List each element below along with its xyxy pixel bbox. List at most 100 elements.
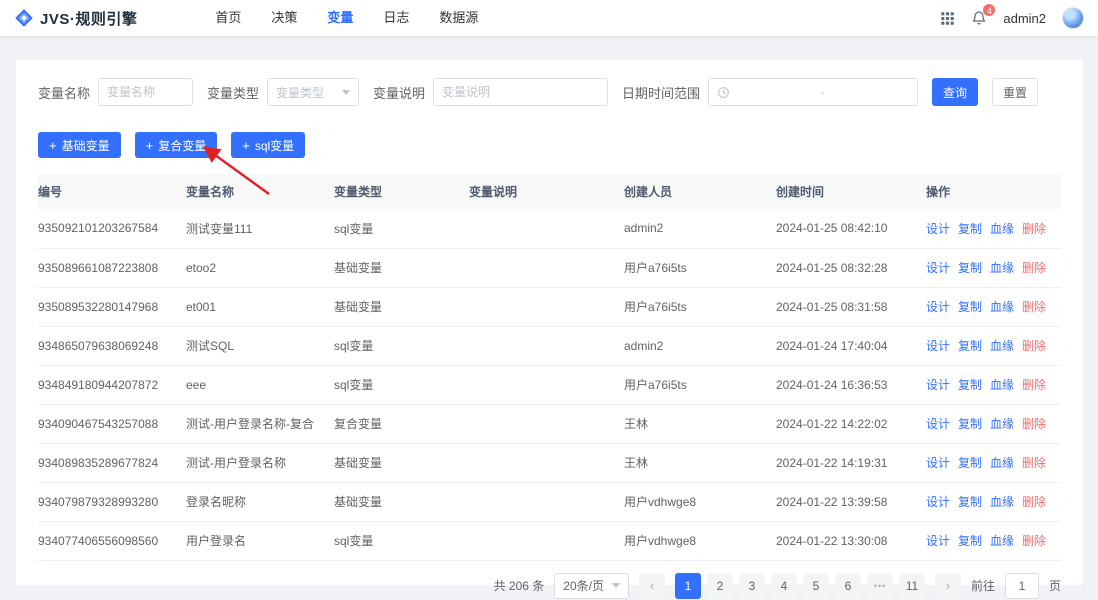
op-link-复制[interactable]: 复制 [958,261,982,275]
total-count: 共 206 条 [493,579,545,593]
username[interactable]: admin2 [1003,11,1046,26]
op-link-血缘[interactable]: 血缘 [990,300,1014,314]
op-link-设计[interactable]: 设计 [926,534,950,548]
op-link-设计[interactable]: 设计 [926,456,950,470]
op-link-设计[interactable]: 设计 [926,417,950,431]
cell-desc [469,404,624,444]
add-复合变量-button[interactable]: + 复合变量 [134,132,218,158]
pager-pages: 1 2 3 4 5 6 ••• 11 [674,572,925,599]
op-link-血缘[interactable]: 血缘 [990,261,1014,275]
add-sql变量-button[interactable]: + sql变量 [231,132,306,158]
cell-creator: 王林 [624,404,776,444]
op-link-删除[interactable]: 删除 [1022,261,1046,275]
op-link-血缘[interactable]: 血缘 [990,417,1014,431]
date-range-picker[interactable]: - [708,78,919,106]
cell-created: 2024-01-22 13:30:08 [776,521,926,561]
variable-list-card: 变量名称 变量类型 变量类型 变量说明 日期时间范围 - [16,60,1083,599]
column-header: 编号 [38,174,186,209]
type-filter-select[interactable]: 变量类型 [267,78,360,106]
op-link-复制[interactable]: 复制 [958,417,982,431]
op-link-设计[interactable]: 设计 [926,339,950,353]
op-link-复制[interactable]: 复制 [958,495,982,509]
cell-desc [469,443,624,483]
add-基础变量-button[interactable]: + 基础变量 [38,132,121,158]
op-link-删除[interactable]: 删除 [1022,300,1046,314]
nav-item-首页[interactable]: 首页 [215,0,241,36]
name-filter: 变量名称 [38,78,194,106]
goto-suffix: 页 [1048,579,1061,593]
op-link-删除[interactable]: 删除 [1022,339,1046,353]
op-link-血缘[interactable]: 血缘 [990,534,1014,548]
avatar[interactable] [1062,7,1084,29]
op-link-设计[interactable]: 设计 [926,378,950,392]
op-link-复制[interactable]: 复制 [958,456,982,470]
cell-operations: 设计 复制 血缘 删除 [926,248,1061,288]
op-link-删除[interactable]: 删除 [1022,456,1046,470]
op-link-复制[interactable]: 复制 [958,222,982,236]
reset-button[interactable]: 重置 [992,78,1039,106]
apps-grid-icon[interactable] [940,11,955,26]
clock-icon [717,86,730,99]
chevron-down-icon [611,583,620,588]
page-button-6[interactable]: 6 [834,572,861,599]
nav-item-日志[interactable]: 日志 [383,0,409,36]
op-link-删除[interactable]: 删除 [1022,378,1046,392]
table-row: 934089835289677824 测试-用户登录名称 基础变量 王林 2024-01… [38,443,1061,483]
op-link-复制[interactable]: 复制 [958,378,982,392]
op-link-复制[interactable]: 复制 [958,534,982,548]
op-link-血缘[interactable]: 血缘 [990,495,1014,509]
cell-desc [469,482,624,522]
desc-filter-input[interactable] [433,78,609,106]
page-size-select[interactable]: 20条/页 [554,572,629,599]
type-filter-label: 变量类型 [207,85,260,101]
op-link-血缘[interactable]: 血缘 [990,339,1014,353]
search-button[interactable]: 查询 [932,78,979,106]
cell-desc [469,248,624,288]
cell-id: 934077406556098560 [38,521,186,561]
pager-more-button[interactable]: ••• [866,572,893,599]
action-button-label: 基础变量 [61,138,110,153]
cell-name: 测试-用户登录名称-复合 [186,404,334,444]
nav-item-决策[interactable]: 决策 [271,0,297,36]
page-button-2[interactable]: 2 [706,572,733,599]
name-filter-input[interactable] [98,78,194,106]
plus-icon: + [49,137,57,153]
op-link-删除[interactable]: 删除 [1022,534,1046,548]
page-button-3[interactable]: 3 [738,572,765,599]
op-link-删除[interactable]: 删除 [1022,495,1046,509]
cell-operations: 设计 复制 血缘 删除 [926,482,1061,522]
cell-created: 2024-01-24 17:40:04 [776,326,926,366]
cell-id: 934849180944207872 [38,365,186,405]
page-button-4[interactable]: 4 [770,572,797,599]
op-link-复制[interactable]: 复制 [958,339,982,353]
op-link-设计[interactable]: 设计 [926,300,950,314]
goto-page-input[interactable] [1004,572,1039,599]
op-link-删除[interactable]: 删除 [1022,222,1046,236]
notifications-button[interactable]: 4 [971,3,997,26]
op-link-血缘[interactable]: 血缘 [990,378,1014,392]
cell-created: 2024-01-22 14:19:31 [776,443,926,483]
page-button-1[interactable]: 1 [674,572,701,599]
table-row: 934865079638069248 测试SQL sql变量 admin2 2024-0… [38,326,1061,366]
action-buttons: + 基础变量 + 复合变量 + sql变量 [38,132,1061,158]
next-page-button[interactable]: › [934,572,961,599]
prev-page-button[interactable]: ‹ [638,572,665,599]
cell-operations: 设计 复制 血缘 删除 [926,209,1061,249]
nav-item-变量[interactable]: 变量 [327,0,353,36]
app-logo[interactable]: JVS·规则引擎 [14,8,137,29]
op-link-血缘[interactable]: 血缘 [990,456,1014,470]
op-link-设计[interactable]: 设计 [926,495,950,509]
cell-type: sql变量 [334,365,469,405]
op-link-血缘[interactable]: 血缘 [990,222,1014,236]
op-link-删除[interactable]: 删除 [1022,417,1046,431]
table-row: 934090467543257088 测试-用户登录名称-复合 复合变量 王林 2024… [38,404,1061,444]
op-link-设计[interactable]: 设计 [926,261,950,275]
page-button-5[interactable]: 5 [802,572,829,599]
page-button-11[interactable]: 11 [898,572,925,599]
op-link-设计[interactable]: 设计 [926,222,950,236]
cell-name: 测试-用户登录名称 [186,443,334,483]
op-link-复制[interactable]: 复制 [958,300,982,314]
cell-name: et001 [186,287,334,327]
cell-operations: 设计 复制 血缘 删除 [926,521,1061,561]
nav-item-数据源[interactable]: 数据源 [439,0,478,36]
